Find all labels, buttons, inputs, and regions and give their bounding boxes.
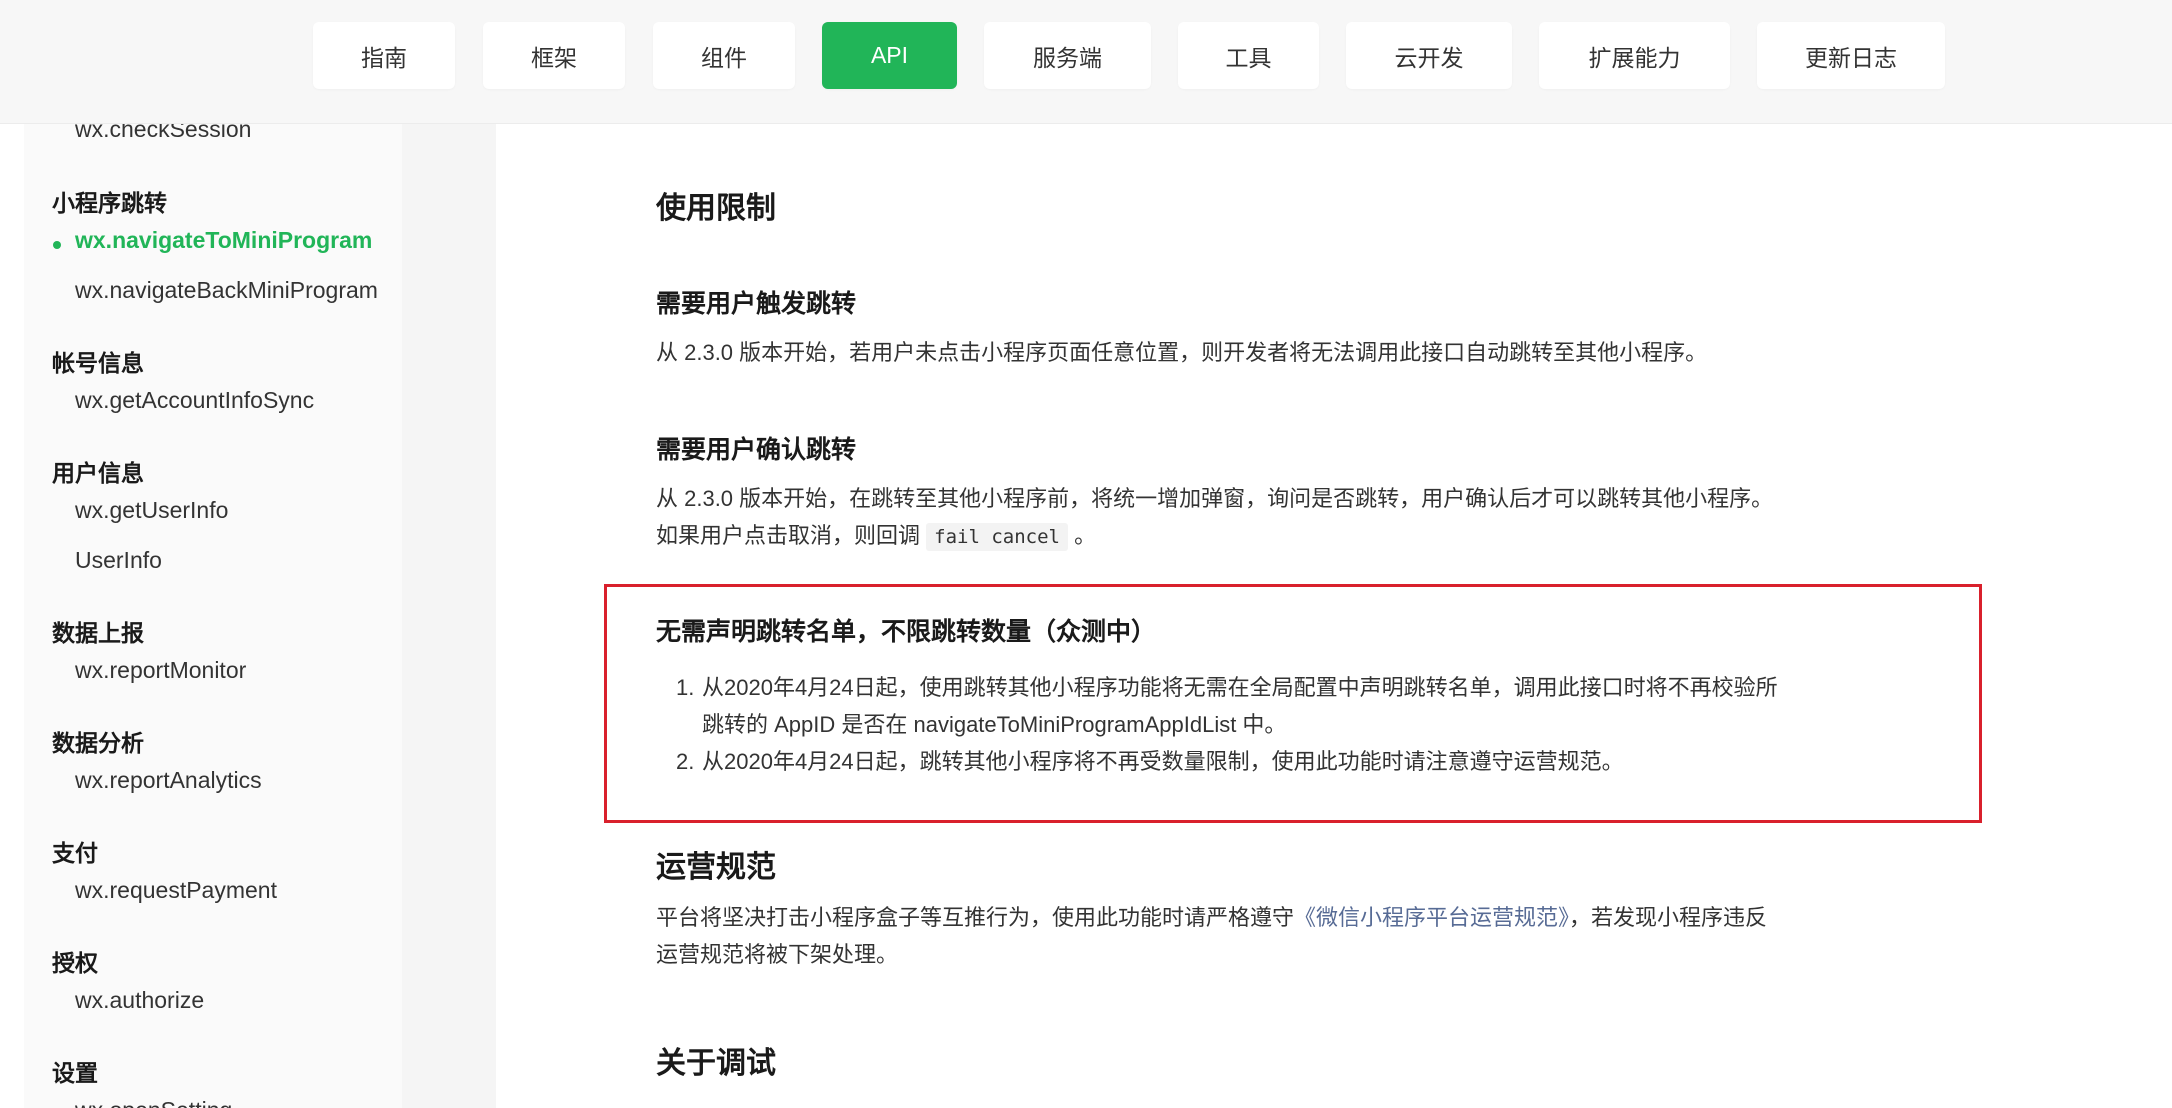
sidebar-section-title: 支付 — [52, 840, 98, 866]
sidebar-item-request-payment[interactable]: wx.requestPayment — [75, 877, 277, 904]
sidebar-item-open-setting[interactable]: wx.openSetting — [75, 1097, 232, 1108]
sidebar-item-report-monitor[interactable]: wx.reportMonitor — [75, 657, 246, 684]
user-confirm-line2-suffix: 。 — [1074, 523, 1097, 548]
sidebar-section-title: 数据上报 — [52, 620, 144, 646]
active-bullet-icon — [53, 241, 61, 249]
subsection-title-no-whitelist: 无需声明跳转名单，不限跳转数量（众测中） — [656, 618, 1157, 646]
tab-api[interactable]: API — [822, 22, 957, 89]
operation-rules-link[interactable]: 《微信小程序平台运营规范》 — [1294, 905, 1569, 930]
fail-cancel-code: fail cancel — [926, 523, 1068, 551]
tab-extensions[interactable]: 扩展能力 — [1539, 22, 1730, 89]
tab-tools[interactable]: 工具 — [1178, 22, 1319, 89]
sidebar-item-get-user-info[interactable]: wx.getUserInfo — [75, 497, 228, 524]
subsection-title-user-trigger: 需要用户触发跳转 — [656, 290, 857, 318]
tab-framework[interactable]: 框架 — [483, 22, 625, 89]
list-item-number: 2. — [676, 749, 695, 774]
sidebar: wx.checkSession 小程序跳转 wx.navigateToMiniP… — [24, 124, 402, 1108]
sidebar-item-check-session[interactable]: wx.checkSession — [75, 124, 251, 143]
list-item: 1. 从2020年4月24日起，使用跳转其他小程序功能将无需在全局配置中声明跳转名… — [676, 669, 1778, 706]
tab-cloud-dev[interactable]: 云开发 — [1346, 22, 1512, 89]
tab-components[interactable]: 组件 — [653, 22, 795, 89]
section-title-operation-rules: 运营规范 — [656, 851, 776, 884]
sidebar-section-title: 授权 — [52, 950, 98, 976]
operation-rules-text-line2: 运营规范将被下架处理。 — [656, 942, 899, 967]
sidebar-item-authorize[interactable]: wx.authorize — [75, 987, 204, 1014]
sidebar-item-report-analytics[interactable]: wx.reportAnalytics — [75, 767, 262, 794]
sidebar-section-title: 帐号信息 — [52, 350, 144, 376]
list-item-text: 从2020年4月24日起，跳转其他小程序将不再受数量限制，使用此功能时请注意遵守… — [702, 749, 1624, 774]
list-item: 2. 从2020年4月24日起，跳转其他小程序将不再受数量限制，使用此功能时请注意… — [676, 743, 1624, 780]
user-trigger-text: 从 2.3.0 版本开始，若用户未点击小程序页面任意位置，则开发者将无法调用此接… — [656, 340, 1708, 365]
sidebar-section-title: 设置 — [52, 1060, 98, 1086]
list-item-number: 1. — [676, 675, 695, 700]
list-item-continuation: 跳转的 AppID 是否在 navigateToMiniProgramAppId… — [702, 712, 1287, 737]
tab-changelog[interactable]: 更新日志 — [1757, 22, 1945, 89]
top-navigation: 指南 框架 组件 API 服务端 工具 云开发 扩展能力 更新日志 — [0, 0, 2172, 124]
operation-rules-suffix: ，若发现小程序违反 — [1569, 905, 1768, 930]
tab-guide[interactable]: 指南 — [313, 22, 455, 89]
section-title-debugging: 关于调试 — [656, 1047, 776, 1080]
list-item-text: 从2020年4月24日起，使用跳转其他小程序功能将无需在全局配置中声明跳转名单，… — [702, 675, 1778, 700]
sidebar-item-get-account-info-sync[interactable]: wx.getAccountInfoSync — [75, 387, 314, 414]
user-confirm-text-line2: 如果用户点击取消，则回调 fail cancel 。 — [656, 517, 1096, 556]
user-confirm-text-line1: 从 2.3.0 版本开始，在跳转至其他小程序前，将统一增加弹窗，询问是否跳转，用… — [656, 486, 1774, 511]
sidebar-section-title: 用户信息 — [52, 460, 144, 486]
sidebar-item-navigate-back-mini-program[interactable]: wx.navigateBackMiniProgram — [75, 277, 378, 304]
sidebar-section-title: 数据分析 — [52, 730, 144, 756]
subsection-title-user-confirm: 需要用户确认跳转 — [656, 436, 857, 464]
operation-rules-text-line1: 平台将坚决打击小程序盒子等互推行为，使用此功能时请严格遵守《微信小程序平台运营规… — [656, 899, 1767, 936]
section-title-usage-limits: 使用限制 — [656, 192, 776, 225]
sidebar-item-user-info[interactable]: UserInfo — [75, 547, 162, 574]
main-content: 使用限制 需要用户触发跳转 从 2.3.0 版本开始，若用户未点击小程序页面任意… — [496, 124, 2172, 1108]
user-confirm-line2-prefix: 如果用户点击取消，则回调 — [656, 523, 921, 548]
operation-rules-prefix: 平台将坚决打击小程序盒子等互推行为，使用此功能时请严格遵守 — [656, 905, 1295, 930]
tab-server[interactable]: 服务端 — [984, 22, 1151, 89]
sidebar-section-title: 小程序跳转 — [52, 190, 167, 216]
sidebar-gutter — [402, 124, 496, 1108]
sidebar-item-navigate-to-mini-program[interactable]: wx.navigateToMiniProgram — [75, 227, 372, 254]
